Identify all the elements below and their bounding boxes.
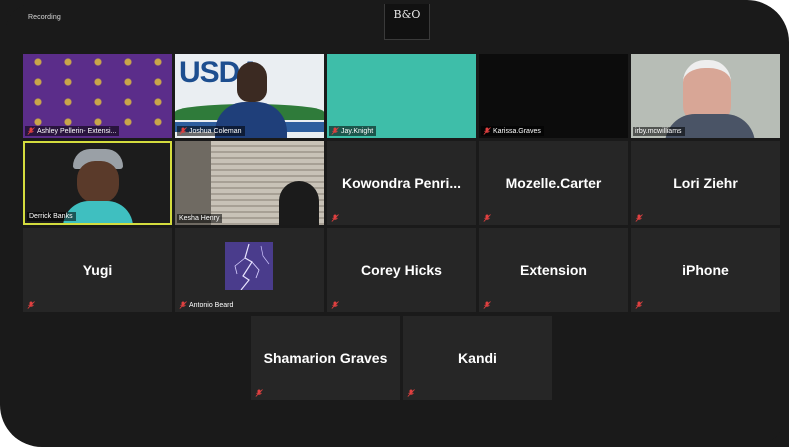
participant-nametag: irby.mcwilliams: [633, 127, 685, 136]
video-feed: [25, 143, 170, 223]
person-silhouette: [279, 181, 319, 225]
mic-muted-icon: [331, 214, 339, 222]
participant-tile-ashley-pellerin[interactable]: Ashley Pellerin- Extensi...: [23, 54, 172, 138]
participant-nametag: Jay.Knight: [329, 126, 377, 136]
participant-tile-jay-knight[interactable]: Jay.Knight: [327, 54, 476, 138]
participant-display-name: Shamarion Graves: [263, 350, 388, 366]
recording-label: Recording: [28, 14, 61, 21]
participant-nametag: Antonio Beard: [177, 300, 236, 310]
participant-tile-corey-hicks[interactable]: Corey Hicks: [327, 228, 476, 312]
participant-tile-derrick-banks[interactable]: Derrick Banks: [23, 141, 172, 225]
participant-display-name: Yugi: [82, 262, 113, 278]
mic-muted-icon: [27, 127, 35, 135]
participant-nametag: Kesha Henry: [177, 214, 223, 223]
participant-name: irby.mcwilliams: [635, 128, 682, 135]
participant-nametag: Joshua Coleman: [177, 126, 245, 136]
participant-tile-mozelle-carter[interactable]: Mozelle.Carter: [479, 141, 628, 225]
participant-nametag: Karissa.Graves: [481, 126, 544, 136]
participant-tile-joshua-coleman[interactable]: USDA Joshua Coleman: [175, 54, 324, 138]
room-wall: [175, 141, 211, 225]
participant-nametag: Derrick Banks: [27, 212, 76, 221]
participant-name: Kesha Henry: [179, 215, 220, 222]
mic-muted-icon: [331, 127, 339, 135]
mic-muted-icon: [179, 127, 187, 135]
person-head: [237, 62, 267, 102]
participant-tile-iphone[interactable]: iPhone: [631, 228, 780, 312]
participant-display-name: iPhone: [682, 262, 729, 278]
mic-muted-icon: [483, 214, 491, 222]
mic-muted-icon: [635, 301, 643, 309]
participant-tile-karissa-graves[interactable]: Karissa.Graves: [479, 54, 628, 138]
mic-muted-icon: [255, 389, 263, 397]
participant-name: Antonio Beard: [189, 301, 234, 309]
participant-tile-kowondra-penri[interactable]: Kowondra Penri...: [327, 141, 476, 225]
participant-nametag: Ashley Pellerin- Extensi...: [25, 126, 120, 136]
participant-name: Derrick Banks: [29, 213, 73, 220]
participant-tile-antonio-beard[interactable]: Antonio Beard: [175, 228, 324, 312]
participant-tile-lori-ziehr[interactable]: Lori Ziehr: [631, 141, 780, 225]
participant-display-name: Lori Ziehr: [673, 175, 738, 191]
participant-display-name: Extension: [520, 262, 587, 278]
participant-tile-extension[interactable]: Extension: [479, 228, 628, 312]
participant-name: Jay.Knight: [341, 127, 374, 135]
participant-display-name: Corey Hicks: [361, 262, 442, 278]
participant-display-name: Kowondra Penri...: [341, 175, 461, 191]
video-feed: [175, 141, 324, 225]
participant-tile-shamarion-graves[interactable]: Shamarion Graves: [251, 316, 400, 400]
mic-muted-icon: [179, 301, 187, 309]
gallery-view: Recording B&O Ashley Pellerin- Extensi..…: [6, 4, 784, 444]
lightning-icon: [225, 242, 273, 291]
participant-name: Ashley Pellerin- Extensi...: [37, 127, 117, 135]
participant-tile-kandi[interactable]: Kandi: [403, 316, 552, 400]
participant-display-name: Mozelle.Carter: [505, 175, 602, 191]
participant-display-name: Kandi: [458, 350, 497, 366]
mic-muted-icon: [407, 389, 415, 397]
participant-name: Karissa.Graves: [493, 127, 541, 135]
mic-muted-icon: [27, 301, 35, 309]
mic-muted-icon: [635, 214, 643, 222]
participant-tile-irby-mcwilliams[interactable]: irby.mcwilliams: [631, 54, 780, 138]
bo-logo: B&O: [384, 4, 430, 40]
mic-muted-icon: [331, 301, 339, 309]
lightning-profile-image: [225, 242, 273, 291]
participant-tile-yugi[interactable]: Yugi: [23, 228, 172, 312]
video-feed: [631, 54, 780, 138]
person-head: [77, 161, 119, 203]
participant-name: Joshua Coleman: [189, 127, 242, 135]
window-frame: Recording B&O Ashley Pellerin- Extensi..…: [0, 0, 789, 447]
mic-muted-icon: [483, 127, 491, 135]
mic-muted-icon: [483, 301, 491, 309]
participant-tile-kesha-henry[interactable]: Kesha Henry: [175, 141, 324, 225]
